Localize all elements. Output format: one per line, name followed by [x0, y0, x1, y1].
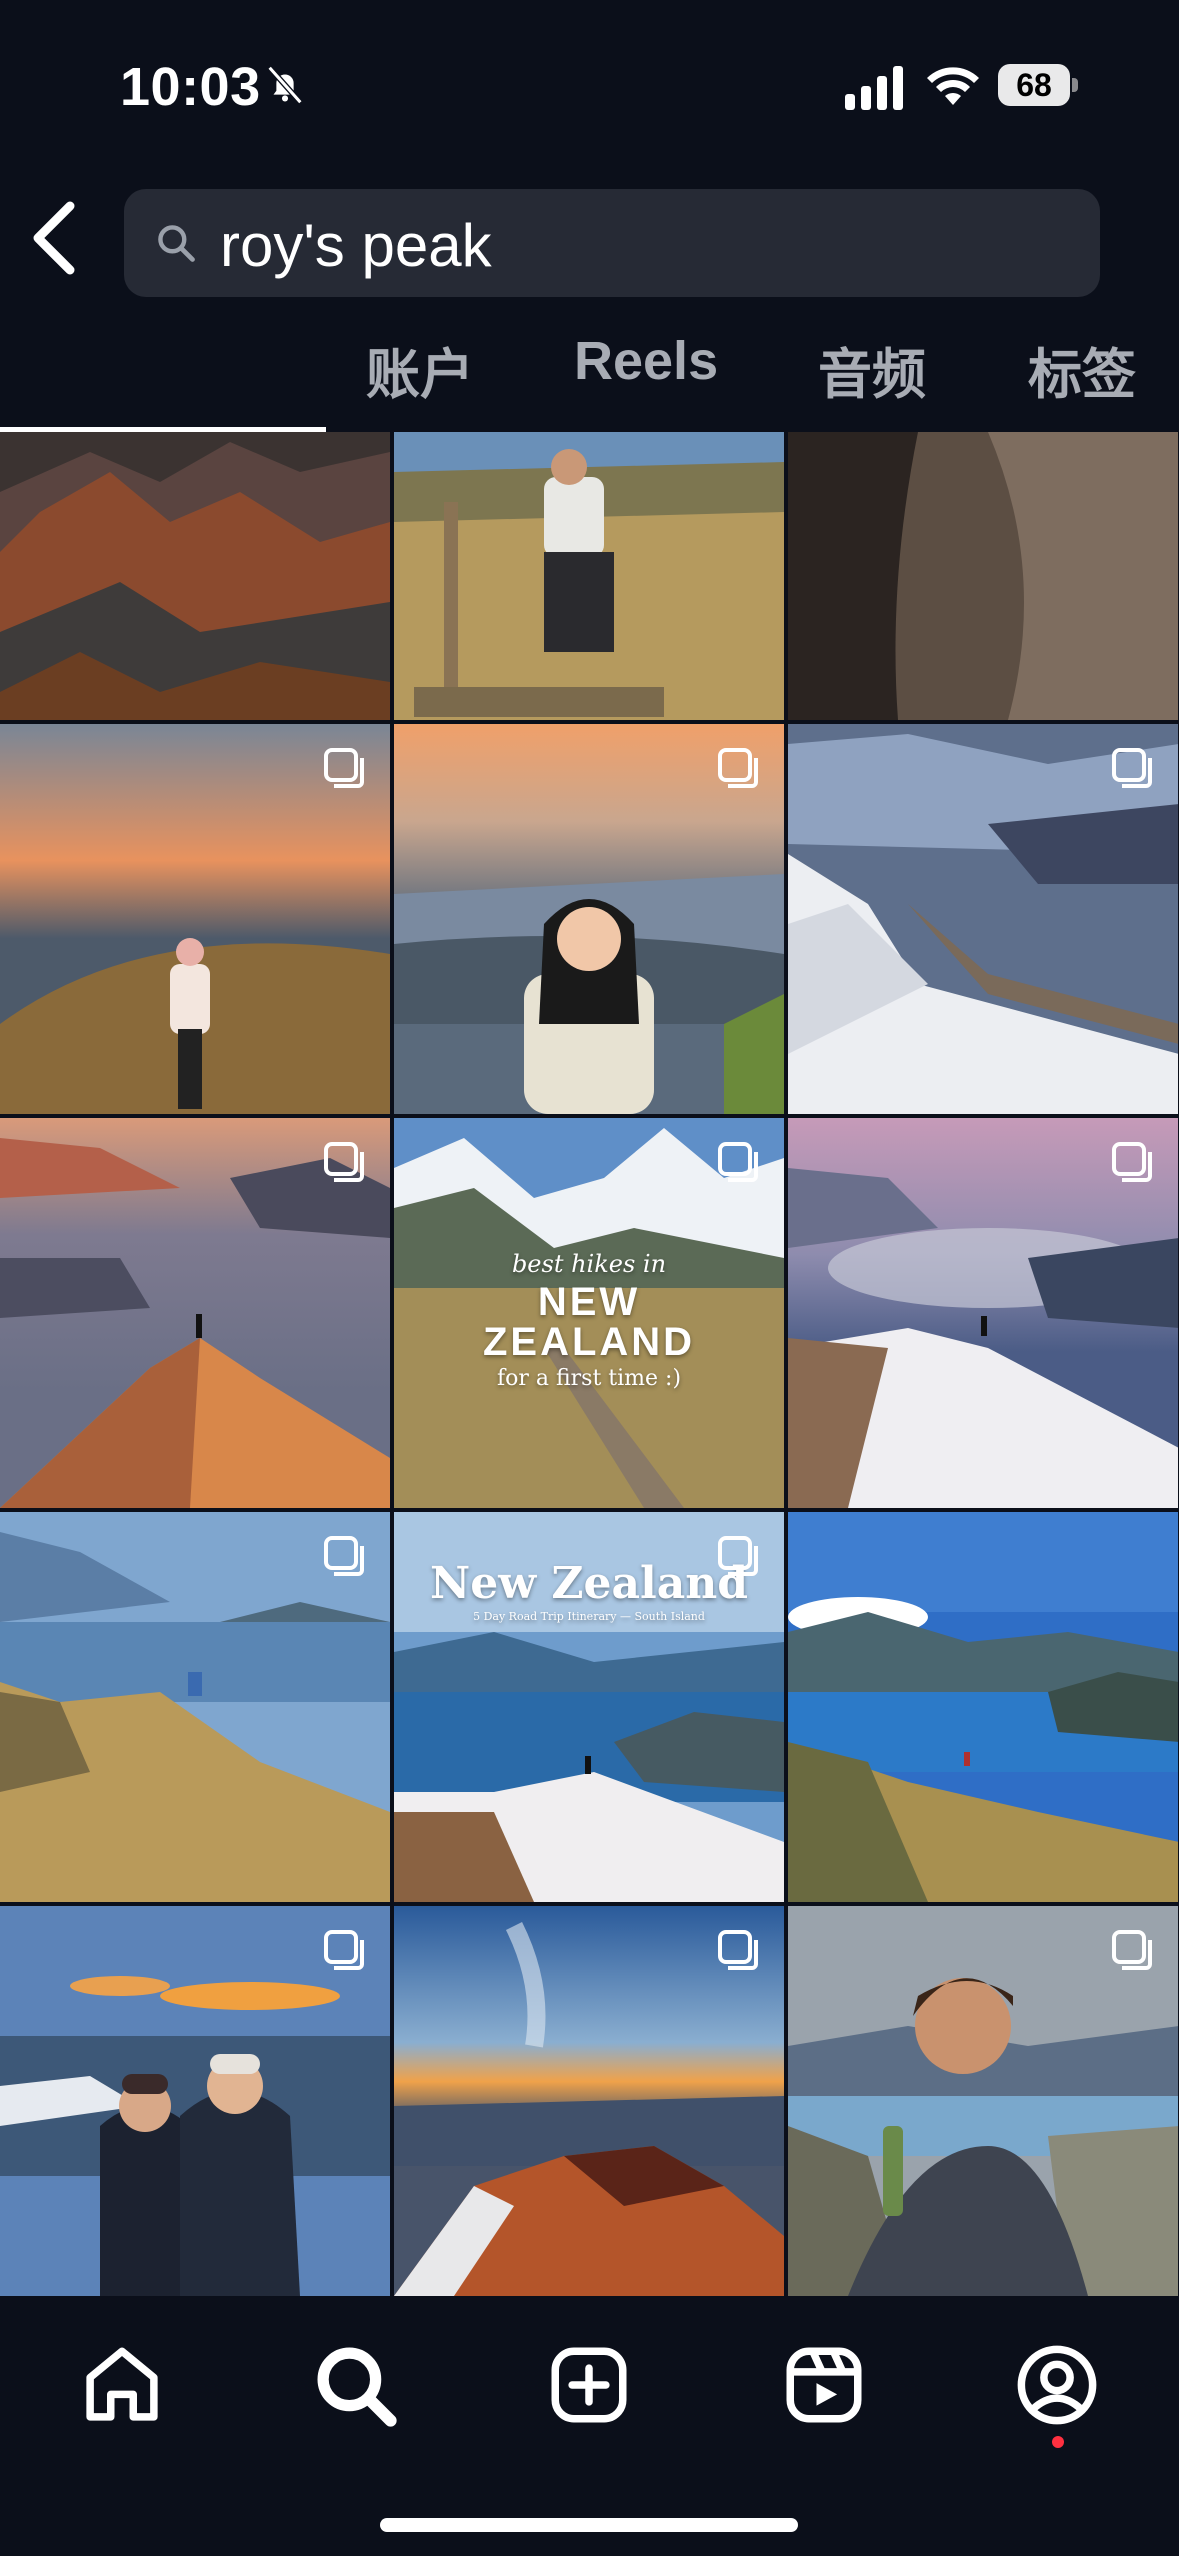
multiple-photos-icon — [1112, 748, 1152, 788]
overlay-title-new: NEW — [537, 1280, 641, 1324]
home-indicator — [380, 2518, 798, 2532]
overlay-subtitle: for a first time :) — [496, 1366, 682, 1391]
home-icon[interactable] — [77, 2340, 167, 2430]
tab-audio[interactable]: 音频 — [818, 330, 926, 409]
search-icon — [158, 225, 195, 262]
grid-post-8[interactable]: best hikes in NEW ZEALAND for a first ti… — [394, 1118, 784, 1508]
search-icon[interactable] — [310, 2340, 400, 2430]
multiple-photos-icon — [1112, 1930, 1152, 1970]
back-chevron-icon[interactable] — [22, 198, 92, 278]
status-time: 10:03 — [120, 57, 261, 117]
overlay-title-zealand: ZEALAND — [482, 1320, 696, 1364]
grid-post-10[interactable] — [0, 1512, 390, 1902]
grid-post-9[interactable] — [788, 1118, 1178, 1508]
multiple-photos-icon — [324, 1142, 364, 1182]
tab-accounts[interactable]: 账户 — [366, 330, 474, 409]
multiple-photos-icon — [718, 1142, 758, 1182]
reels-icon[interactable] — [779, 2340, 869, 2430]
multiple-photos-icon — [1112, 1142, 1152, 1182]
profile-icon[interactable] — [1012, 2340, 1102, 2430]
overlay-roadtrip-subtitle: 5 Day Road Trip Itinerary — South Island — [473, 1610, 705, 1623]
notification-dot — [1052, 2436, 1064, 2448]
search-tabs: 账户 Reels 音频 标签 — [0, 320, 1179, 432]
bell-muted-icon — [267, 65, 303, 105]
grid-post-14[interactable] — [394, 1906, 784, 2296]
multiple-photos-icon — [324, 748, 364, 788]
grid-post-4[interactable] — [0, 724, 390, 1114]
grid-post-1[interactable] — [0, 432, 390, 720]
grid-post-12[interactable] — [788, 1512, 1178, 1902]
search-query-text: roy's peak — [220, 212, 492, 279]
multiple-photos-icon — [718, 1930, 758, 1970]
grid-post-2[interactable] — [394, 432, 784, 720]
multiple-photos-icon — [718, 748, 758, 788]
multiple-photos-icon — [324, 1536, 364, 1576]
grid-post-3[interactable] — [788, 432, 1178, 720]
grid-post-5[interactable] — [394, 724, 784, 1114]
cellular-signal-icon — [845, 66, 903, 110]
grid-post-11[interactable]: New Zealand 5 Day Road Trip Itinerary — … — [394, 1512, 784, 1902]
battery-level: 68 — [1016, 67, 1052, 103]
wifi-icon — [927, 67, 979, 105]
results-grid: best hikes in NEW ZEALAND for a first ti… — [0, 432, 1179, 2306]
tab-tags[interactable]: 标签 — [1028, 330, 1136, 409]
create-post-icon[interactable] — [544, 2340, 634, 2430]
battery-indicator: 68 — [998, 64, 1078, 108]
tab-reels[interactable]: Reels — [574, 330, 718, 392]
overlay-title-small: best hikes in — [511, 1250, 667, 1278]
status-bar: 10:03 68 — [0, 0, 1179, 170]
search-input[interactable]: roy's peak — [124, 189, 1100, 297]
multiple-photos-icon — [718, 1536, 758, 1576]
grid-post-13[interactable] — [0, 1906, 390, 2296]
multiple-photos-icon — [324, 1930, 364, 1970]
grid-post-15[interactable] — [788, 1906, 1178, 2296]
grid-post-6[interactable] — [788, 724, 1178, 1114]
grid-post-7[interactable] — [0, 1118, 390, 1508]
